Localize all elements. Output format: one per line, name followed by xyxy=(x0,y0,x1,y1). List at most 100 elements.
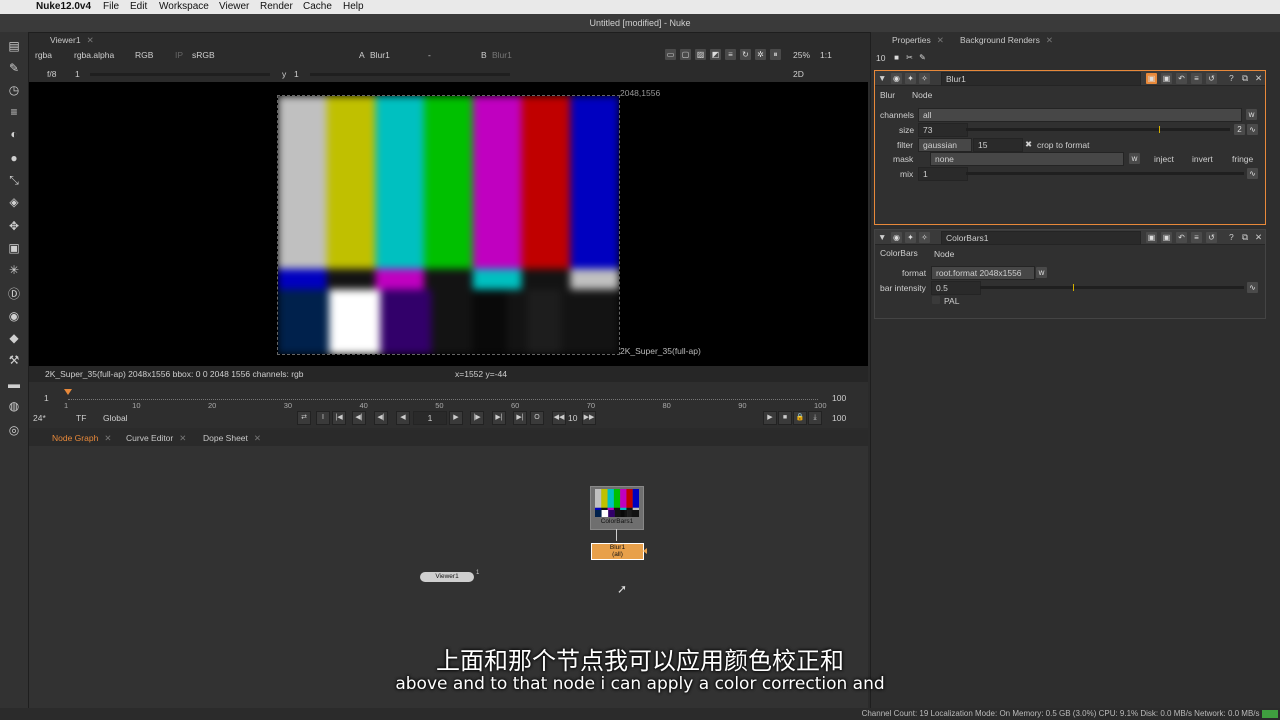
zebra-icon[interactable]: ▨ xyxy=(695,49,706,60)
first-frame-icon[interactable]: |◀ xyxy=(332,411,346,425)
intensity-curve-icon[interactable]: ∿ xyxy=(1247,282,1258,293)
color-chip2-icon[interactable]: ▣ xyxy=(1161,73,1172,84)
channel-tool-icon[interactable]: ≡ xyxy=(6,104,22,120)
tab-node[interactable]: Node xyxy=(912,90,932,100)
tab-background-renders[interactable]: Background Renders ✕ xyxy=(954,33,1059,47)
help-icon[interactable]: ? xyxy=(1229,232,1234,242)
collapse-icon[interactable]: ▼ xyxy=(878,73,886,83)
mask-input-arrow-icon[interactable] xyxy=(643,548,647,554)
pal-checkbox[interactable] xyxy=(932,296,940,304)
filter-dropdown[interactable]: gaussian xyxy=(918,138,972,152)
out-point-icon[interactable]: O xyxy=(530,411,544,425)
gamma-field[interactable]: 1 xyxy=(294,69,299,79)
composite-dropdown[interactable]: - xyxy=(428,50,431,60)
gain-field[interactable]: 1 xyxy=(75,69,80,79)
zoom-dropdown[interactable]: 25% xyxy=(793,50,810,60)
menu-file[interactable]: File xyxy=(103,1,119,12)
step-back-icon[interactable]: ◀◀ xyxy=(552,411,566,425)
close-icon[interactable]: ✕ xyxy=(254,433,261,443)
undo-icon[interactable]: ↶ xyxy=(1176,232,1187,243)
timeline-end[interactable]: 100 xyxy=(832,393,846,403)
channels-dropdown[interactable]: rgba xyxy=(35,50,52,60)
lines-icon[interactable]: ≡ xyxy=(725,49,736,60)
enable-icon[interactable]: ◉ xyxy=(891,73,902,84)
format-dropdown[interactable]: root.format 2048x1556 xyxy=(931,266,1035,280)
overlay-icon[interactable]: ◩ xyxy=(710,49,721,60)
3d-tool-icon[interactable]: ▣ xyxy=(6,240,22,256)
mix-field[interactable]: 1 xyxy=(918,167,968,181)
colorbars-name-field[interactable]: ColorBars1 xyxy=(941,231,1141,245)
tab-curve-editor[interactable]: Curve Editor ✕ xyxy=(120,431,192,445)
wrench-icon[interactable]: ✧ xyxy=(919,232,930,243)
timeline-start[interactable]: 1 xyxy=(44,393,49,403)
close-icon[interactable]: ✕ xyxy=(1046,35,1053,45)
color-chip2-icon[interactable]: ▣ xyxy=(1161,232,1172,243)
furnace-tool-icon[interactable]: ◍ xyxy=(6,398,22,414)
tab-dope-sheet[interactable]: Dope Sheet ✕ xyxy=(197,431,267,445)
menu-icon[interactable]: ≡ xyxy=(1191,232,1202,243)
gamma-slider[interactable] xyxy=(310,73,510,76)
flipbook-icon[interactable]: ▶ xyxy=(763,411,777,425)
image-tool-icon[interactable]: ▤ xyxy=(6,38,22,54)
deep-tool-icon[interactable]: Ⓓ xyxy=(6,286,22,302)
size-slider-knob[interactable] xyxy=(1158,126,1160,133)
fringe-checkbox[interactable]: fringe xyxy=(1232,154,1253,164)
prev-frame-icon[interactable]: ◀| xyxy=(374,411,388,425)
tab-node-graph[interactable]: Node Graph ✕ xyxy=(46,431,117,445)
draw-tool-icon[interactable]: ✎ xyxy=(6,60,22,76)
export-icon[interactable]: ⤓ xyxy=(808,411,822,425)
close-icon[interactable]: ✕ xyxy=(104,433,111,443)
format-options-icon[interactable]: w xyxy=(1036,267,1047,278)
close-icon[interactable]: ✕ xyxy=(87,35,94,45)
mix-curve-icon[interactable]: ∿ xyxy=(1247,168,1258,179)
tab-viewer1[interactable]: Viewer1 ✕ xyxy=(44,33,100,47)
size-slider[interactable] xyxy=(966,126,1230,133)
max-panels-field[interactable]: 10 xyxy=(876,53,885,63)
intensity-slider-knob[interactable] xyxy=(1073,284,1075,291)
close-panel-icon[interactable]: ✕ xyxy=(1255,73,1262,84)
size-count[interactable]: 2 xyxy=(1234,124,1245,135)
collapse-icon[interactable]: ▼ xyxy=(878,232,886,242)
alpha-dropdown[interactable]: rgba.alpha xyxy=(74,50,114,60)
menu-render[interactable]: Render xyxy=(260,1,293,12)
menu-workspace[interactable]: Workspace xyxy=(159,1,209,12)
loop-icon[interactable]: ⇄ xyxy=(297,411,311,425)
group-icon[interactable]: ✦ xyxy=(905,232,916,243)
roi-icon[interactable]: ▭ xyxy=(665,49,676,60)
mask-dropdown[interactable]: none xyxy=(930,152,1124,166)
tab-blur[interactable]: Blur xyxy=(880,90,895,100)
gain-slider[interactable] xyxy=(90,73,270,76)
curve-icon[interactable]: ∿ xyxy=(1247,124,1258,135)
toolsets-tool-icon[interactable]: ⚒ xyxy=(6,352,22,368)
ofx-tool-icon[interactable]: ◎ xyxy=(6,422,22,438)
filter-quality-field[interactable]: 15 xyxy=(973,138,1023,152)
record-icon[interactable]: ■ xyxy=(778,411,792,425)
restore-icon[interactable]: ↺ xyxy=(1206,73,1217,84)
ip-button[interactable]: IP xyxy=(175,50,183,60)
size-field[interactable]: 73 xyxy=(918,123,968,137)
invert-checkbox[interactable]: invert xyxy=(1192,154,1213,164)
menu-cache[interactable]: Cache xyxy=(303,1,332,12)
close-panel-icon[interactable]: ✕ xyxy=(1255,232,1262,243)
metadata-tool-icon[interactable]: ◆ xyxy=(6,330,22,346)
play-backward-icon[interactable]: ◀ xyxy=(396,411,410,425)
enable-icon[interactable]: ◉ xyxy=(891,232,902,243)
clear-panels-icon[interactable]: ✂ xyxy=(904,52,915,63)
play-forward-icon[interactable]: ▶ xyxy=(449,411,463,425)
pencil-icon[interactable]: ✎ xyxy=(917,52,928,63)
lock-icon[interactable]: 🔒 xyxy=(793,411,807,425)
playhead[interactable] xyxy=(64,389,72,395)
channel-options-icon[interactable]: w xyxy=(1246,109,1257,120)
group-icon[interactable]: ✦ xyxy=(905,73,916,84)
transform-tool-icon[interactable]: ✥ xyxy=(6,218,22,234)
close-icon[interactable]: ✕ xyxy=(937,35,944,45)
crop-checkbox[interactable]: ✖ xyxy=(1025,139,1032,150)
node-colorbars[interactable]: ColorBars1 xyxy=(590,486,644,530)
wrench-icon[interactable]: ✧ xyxy=(919,73,930,84)
time-tool-icon[interactable]: ◷ xyxy=(6,82,22,98)
in-point-icon[interactable]: I xyxy=(316,411,330,425)
prev-keyframe-icon[interactable]: ◀| xyxy=(352,411,366,425)
step-field[interactable]: 10 xyxy=(568,413,577,423)
menu-icon[interactable]: ≡ xyxy=(1191,73,1202,84)
float-icon[interactable]: ⧉ xyxy=(1242,232,1248,243)
